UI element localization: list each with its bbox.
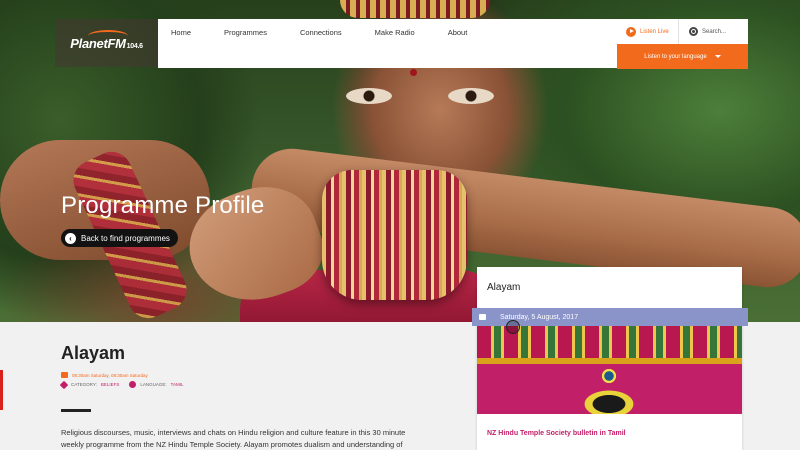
calendar-icon [61, 372, 68, 378]
hero-jewellery [340, 0, 490, 18]
arrow-left-icon: ‹ [65, 232, 76, 244]
back-to-programmes-button[interactable]: ‹ Back to find programmes [61, 229, 178, 247]
episode-link[interactable]: NZ Hindu Temple Society bulletin in Tami… [487, 430, 626, 437]
search-button[interactable]: Search... [679, 27, 726, 36]
programme-schedule: 08:30am Saturday, 08:30am Saturday [61, 372, 148, 378]
programme-title: Alayam [61, 343, 126, 363]
site-logo[interactable]: PlanetFM104.6 [55, 19, 158, 67]
calendar-icon [479, 314, 486, 320]
globe-icon [129, 381, 137, 388]
chevron-down-icon [714, 55, 721, 58]
page-title: Programme Profile [61, 192, 265, 219]
nav-make-radio[interactable]: Make Radio [375, 28, 415, 37]
hero-eye-left [346, 88, 392, 104]
edge-marker [0, 370, 3, 410]
nav-about[interactable]: About [448, 28, 468, 37]
hero-eye-right [448, 88, 494, 104]
programme-meta: CATEGORY: BELIEFS LANGUAGE: TAMIL [59, 380, 184, 389]
listen-live-button[interactable]: Listen Live [617, 19, 679, 44]
nav-programmes[interactable]: Programmes [224, 28, 267, 37]
title-divider [61, 409, 91, 412]
hero-bindi [410, 69, 417, 76]
search-icon [689, 27, 698, 36]
nav-home[interactable]: Home [171, 28, 191, 37]
back-link-label: Back to find programmes [81, 233, 170, 243]
mouse-cursor-icon [506, 320, 520, 334]
category-link[interactable]: BELIEFS [101, 382, 120, 387]
language-dropdown[interactable]: Listen to your language [617, 44, 748, 69]
utility-bar: Listen Live Search... [617, 19, 748, 44]
play-icon [626, 26, 636, 37]
logo-text: PlanetFM104.6 [70, 29, 143, 51]
programme-description: Religious discourses, music, interviews … [61, 428, 406, 449]
nav-connections[interactable]: Connections [300, 28, 342, 37]
episode-image[interactable] [477, 326, 742, 414]
main-nav: Home Programmes Connections Make Radio A… [158, 19, 617, 68]
episode-title: Alayam [487, 282, 521, 293]
language-link[interactable]: TAMIL [171, 382, 184, 387]
tag-icon [59, 380, 69, 389]
hero-bangles [322, 170, 467, 300]
logo-arc-icon [88, 29, 129, 42]
